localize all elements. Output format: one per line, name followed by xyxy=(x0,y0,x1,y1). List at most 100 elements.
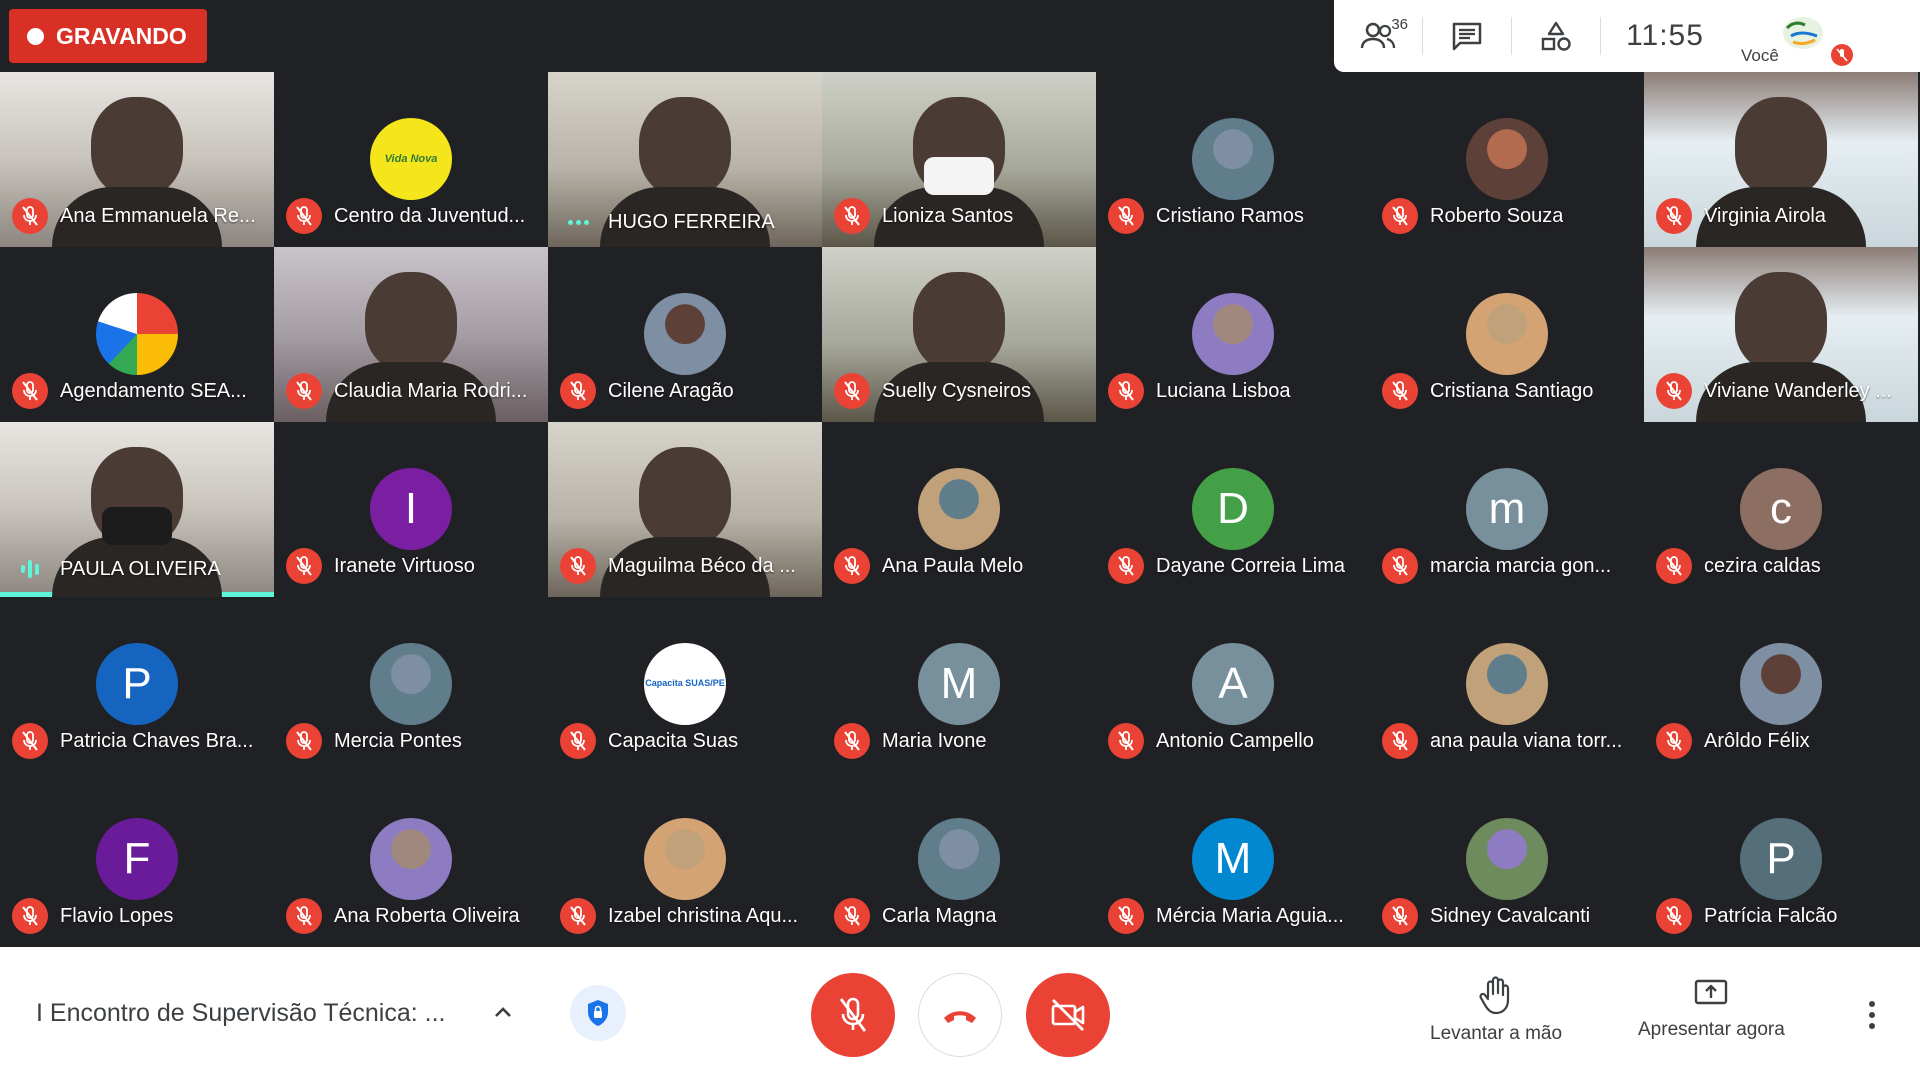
present-now-button[interactable]: Apresentar agora xyxy=(1638,975,1785,1041)
mic-off-icon xyxy=(834,198,870,234)
participant-label: Agendamento SEA... xyxy=(12,373,266,409)
avatar-photo xyxy=(1466,118,1548,200)
mic-off-icon xyxy=(12,723,48,759)
avatar-photo xyxy=(1192,293,1274,375)
mic-off-icon xyxy=(1382,898,1418,934)
leave-call-button[interactable] xyxy=(918,973,1002,1057)
participant-tile[interactable]: c cezira caldas xyxy=(1644,422,1918,597)
participant-tile[interactable]: A Antonio Campello xyxy=(1096,597,1370,772)
participant-tile[interactable]: Carla Magna xyxy=(822,772,1096,947)
participant-tile[interactable]: Vida Nova Centro da Juventud... xyxy=(274,72,548,247)
meeting-title[interactable]: I Encontro de Supervisão Técnica: ... xyxy=(36,999,446,1028)
avatar-initial: m xyxy=(1466,468,1548,550)
participant-tile[interactable]: Agendamento SEA... xyxy=(0,247,274,422)
avatar-photo xyxy=(644,818,726,900)
participant-tile[interactable]: Mercia Pontes xyxy=(274,597,548,772)
participant-tile[interactable]: Claudia Maria Rodri... xyxy=(274,247,548,422)
host-controls-button[interactable] xyxy=(570,985,626,1041)
participant-tile[interactable]: Suelly Cysneiros xyxy=(822,247,1096,422)
participant-tile[interactable]: Cristiano Ramos xyxy=(1096,72,1370,247)
participant-label: Viviane Wanderley ... xyxy=(1656,373,1910,409)
chat-button[interactable] xyxy=(1423,0,1511,72)
participant-tile[interactable]: M Maria Ivone xyxy=(822,597,1096,772)
participant-tile[interactable]: PAULA OLIVEIRA xyxy=(0,422,274,597)
participant-tile[interactable]: Lioniza Santos xyxy=(822,72,1096,247)
participant-name: Dayane Correia Lima xyxy=(1156,554,1345,577)
participant-tile[interactable]: Cilene Aragão xyxy=(548,247,822,422)
participant-label: Flavio Lopes xyxy=(12,898,266,934)
participants-button[interactable]: 36 xyxy=(1334,0,1422,72)
chevron-up-icon[interactable] xyxy=(488,997,518,1027)
participant-name: Centro da Juventud... xyxy=(334,204,526,227)
participant-tile[interactable]: Ana Paula Melo xyxy=(822,422,1096,597)
participant-tile[interactable]: Sidney Cavalcanti xyxy=(1370,772,1644,947)
more-options-button[interactable] xyxy=(1860,995,1884,1035)
participant-label: Arôldo Félix xyxy=(1656,723,1910,759)
participant-label: Ana Paula Melo xyxy=(834,548,1088,584)
participant-label: Capacita Suas xyxy=(560,723,814,759)
avatar-initial: A xyxy=(1192,643,1274,725)
camera-toggle-button[interactable] xyxy=(1026,973,1110,1057)
participant-tile[interactable]: Ana Roberta Oliveira xyxy=(274,772,548,947)
participant-name: Ana Emmanuela Re... xyxy=(60,204,256,227)
raise-hand-button[interactable]: Levantar a mão xyxy=(1430,975,1562,1045)
participant-name: Cilene Aragão xyxy=(608,379,734,402)
participant-tile[interactable]: Capacita SUAS/PE Capacita Suas xyxy=(548,597,822,772)
participant-label: Claudia Maria Rodri... xyxy=(286,373,540,409)
dot xyxy=(1869,1012,1875,1018)
participant-tile[interactable]: F Flavio Lopes xyxy=(0,772,274,947)
shapes-icon xyxy=(1541,21,1571,51)
avatar-logo: Capacita SUAS/PE xyxy=(644,643,726,725)
participant-tile[interactable]: m marcia marcia gon... xyxy=(1370,422,1644,597)
self-view[interactable]: Você xyxy=(1729,0,1859,72)
participant-label: Carla Magna xyxy=(834,898,1088,934)
participant-tile[interactable]: Luciana Lisboa xyxy=(1096,247,1370,422)
participant-tile[interactable]: Arôldo Félix xyxy=(1644,597,1918,772)
avatar-initial: M xyxy=(918,643,1000,725)
speaking-dots-icon xyxy=(560,220,596,225)
mic-off-icon xyxy=(834,898,870,934)
participant-name: Maguilma Béco da ... xyxy=(608,554,796,577)
clock: 11:55 xyxy=(1626,19,1704,52)
mic-off-icon xyxy=(1382,723,1418,759)
avatar-photo xyxy=(1740,643,1822,725)
participant-tile[interactable]: Roberto Souza xyxy=(1370,72,1644,247)
participant-tile[interactable]: Ana Emmanuela Re... xyxy=(0,72,274,247)
participant-tile[interactable]: M Mércia Maria Aguia... xyxy=(1096,772,1370,947)
participant-name: Capacita Suas xyxy=(608,729,739,752)
participant-tile[interactable]: ana paula viana torr... xyxy=(1370,597,1644,772)
participant-tile[interactable]: Izabel christina Aqu... xyxy=(548,772,822,947)
face-mask xyxy=(102,507,172,545)
participant-tile[interactable]: Maguilma Béco da ... xyxy=(548,422,822,597)
participant-label: Izabel christina Aqu... xyxy=(560,898,814,934)
capacita-logo-icon xyxy=(1783,17,1823,49)
participant-tile[interactable]: HUGO FERREIRA xyxy=(548,72,822,247)
mic-off-icon xyxy=(1108,198,1144,234)
participant-label: Roberto Souza xyxy=(1382,198,1636,234)
participant-tile[interactable]: P Patricia Chaves Bra... xyxy=(0,597,274,772)
participant-tile[interactable]: Virginia Airola xyxy=(1644,72,1918,247)
participant-tile[interactable]: I Iranete Virtuoso xyxy=(274,422,548,597)
mic-off-icon xyxy=(1108,373,1144,409)
participant-tile[interactable]: D Dayane Correia Lima xyxy=(1096,422,1370,597)
mic-off-icon xyxy=(12,198,48,234)
participant-label: Maguilma Béco da ... xyxy=(560,548,814,584)
participant-tile[interactable]: Cristiana Santiago xyxy=(1370,247,1644,422)
participant-name: cezira caldas xyxy=(1704,554,1821,577)
chat-icon xyxy=(1452,22,1482,51)
participant-name: Suelly Cysneiros xyxy=(882,379,1031,402)
present-screen-icon xyxy=(1695,979,1728,1005)
participant-tile[interactable]: P Patrícia Falcão xyxy=(1644,772,1918,947)
avatar-initial: F xyxy=(96,818,178,900)
meet-window: GRAVANDO 36 11:55 Você Ana Emmanuela Re.… xyxy=(0,0,1920,1080)
mic-off-icon xyxy=(286,723,322,759)
mic-off-icon xyxy=(560,373,596,409)
participant-tile[interactable]: Viviane Wanderley ... xyxy=(1644,247,1918,422)
avatar-initial: I xyxy=(370,468,452,550)
participant-label: Luciana Lisboa xyxy=(1108,373,1362,409)
activities-button[interactable] xyxy=(1512,0,1600,72)
participant-label: Patrícia Falcão xyxy=(1656,898,1910,934)
participant-name: Arôldo Félix xyxy=(1704,729,1810,752)
mic-off-icon xyxy=(839,997,867,1032)
mic-toggle-button[interactable] xyxy=(811,973,895,1057)
